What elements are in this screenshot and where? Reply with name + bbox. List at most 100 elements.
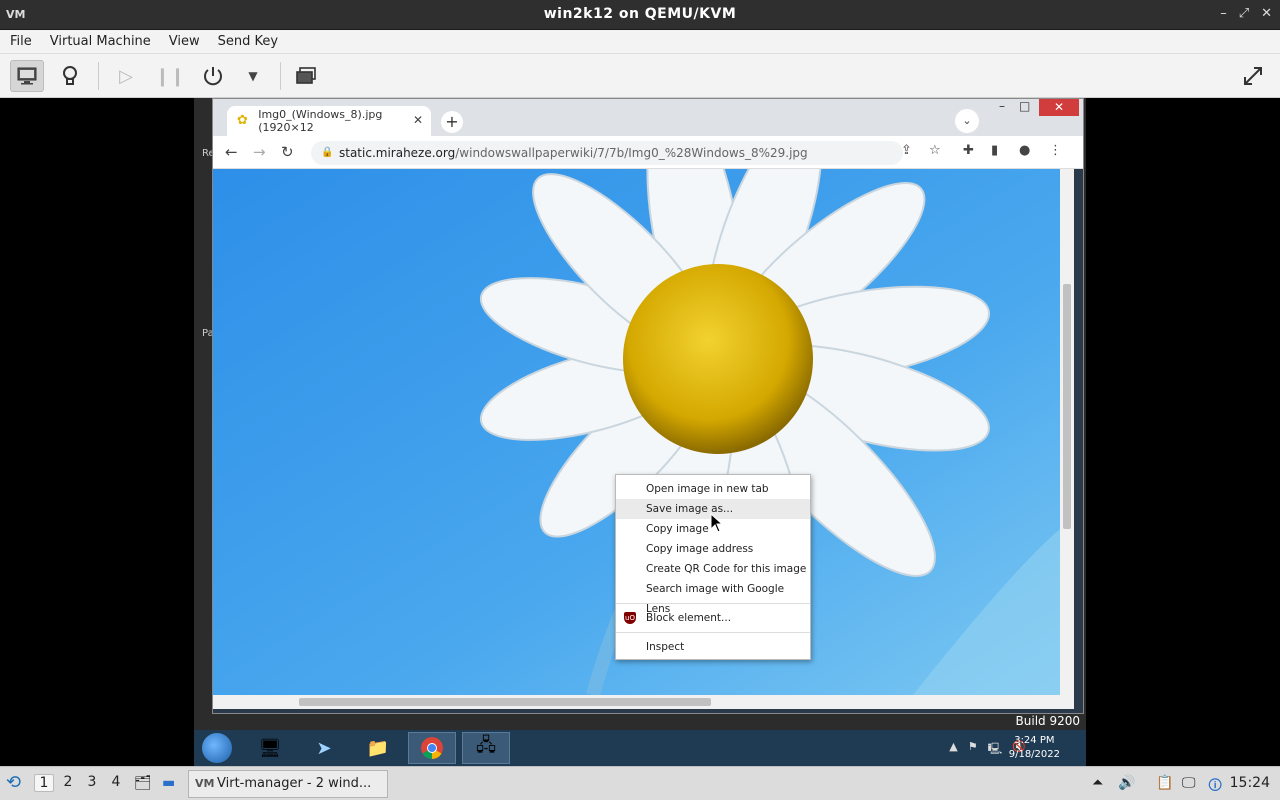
guest-taskbar: 🖥 ➤ 📁 🖧 ▲ ⚑ 🖳 🔇 3:24 PM 9/18/2022 bbox=[194, 730, 1086, 766]
context-menu: Open image in new tab Save image as... C… bbox=[615, 474, 811, 660]
snapshots-icon bbox=[296, 67, 316, 84]
chevron-down-icon: ⌄ bbox=[962, 114, 972, 127]
toolbar-separator bbox=[98, 62, 99, 90]
url-host: static.miraheze.org bbox=[339, 146, 456, 160]
flag-icon[interactable]: ⚑ bbox=[968, 740, 978, 759]
run-button[interactable]: ▷ bbox=[109, 60, 143, 92]
pause-button[interactable]: ❙❙ bbox=[153, 60, 187, 92]
host-taskbar: ⟲ 1 2 3 4 🗂 ▬ VM Virt-manager - 2 wind..… bbox=[0, 766, 1280, 800]
tray-up-arrow-icon[interactable]: ▲ bbox=[949, 740, 957, 759]
menu-virtual-machine[interactable]: Virtual Machine bbox=[50, 34, 151, 49]
powershell-icon[interactable]: ➤ bbox=[300, 732, 348, 764]
snapshots-button[interactable] bbox=[289, 60, 323, 92]
guest-clock[interactable]: 3:24 PM 9/18/2022 bbox=[1009, 734, 1060, 762]
menu-item-label: Block element... bbox=[646, 612, 732, 624]
horizontal-scrollbar[interactable] bbox=[213, 695, 1074, 709]
extensions-puzzle-icon[interactable]: ✚ bbox=[963, 143, 974, 158]
toolbar: ▷ ❙❙ ▼ bbox=[0, 54, 1280, 98]
guest-screen[interactable]: Re Pa ✿ Img0_(Windows_8).jpg (1920×12 ✕ … bbox=[194, 98, 1086, 766]
details-button[interactable] bbox=[53, 60, 87, 92]
url-path: /windowswallpaperwiki/7/7b/Img0_%28Windo… bbox=[455, 146, 808, 160]
menu-item-block-element[interactable]: uO Block element... bbox=[616, 608, 810, 628]
fullscreen-icon bbox=[1244, 67, 1262, 85]
side-panel-icon[interactable]: ▮ bbox=[991, 143, 998, 158]
vertical-scrollbar[interactable] bbox=[1060, 169, 1074, 695]
mouse-cursor-icon bbox=[710, 513, 724, 533]
power-button[interactable] bbox=[196, 60, 230, 92]
window-title: win2k12 on QEMU/KVM bbox=[543, 6, 737, 22]
tab-search-button[interactable]: ⌄ bbox=[955, 109, 979, 133]
host-clock[interactable]: 15:24 bbox=[1230, 775, 1270, 791]
clock-time: 3:24 PM bbox=[1014, 735, 1055, 746]
tab-title: Img0_(Windows_8).jpg (1920×12 bbox=[258, 108, 383, 134]
menu-item-inspect[interactable]: Inspect bbox=[616, 637, 810, 657]
menu-file[interactable]: File bbox=[10, 34, 32, 49]
new-tab-button[interactable]: + bbox=[441, 111, 463, 133]
notification-icon[interactable]: 🛈 bbox=[1208, 775, 1222, 799]
workspace-4[interactable]: 4 bbox=[106, 774, 126, 790]
menu-item-open-image-new-tab[interactable]: Open image in new tab bbox=[616, 479, 810, 499]
browser-tab[interactable]: ✿ Img0_(Windows_8).jpg (1920×12 ✕ bbox=[227, 106, 431, 136]
browser-minimize-button[interactable]: – bbox=[999, 99, 1005, 113]
menu-item-search-google-lens[interactable]: Search image with Google Lens bbox=[616, 579, 810, 615]
back-icon[interactable]: ← bbox=[225, 143, 238, 161]
task-label: Virt-manager - 2 wind... bbox=[217, 776, 372, 791]
tray-up-icon[interactable]: ⏶ bbox=[1092, 775, 1103, 791]
address-toolbar: ← → ↻ 🔒 static.miraheze.org/windowswallp… bbox=[213, 136, 1083, 169]
power-icon bbox=[204, 67, 222, 86]
virt-manager-icon: VM bbox=[195, 777, 215, 790]
system-menu-icon[interactable]: ⟲ bbox=[6, 772, 21, 793]
menu-item-create-qr-code[interactable]: Create QR Code for this image bbox=[616, 559, 810, 579]
lock-icon: 🔒 bbox=[321, 147, 334, 158]
more-menu-icon[interactable]: ⋮ bbox=[1049, 143, 1062, 158]
scroll-thumb[interactable] bbox=[1063, 284, 1071, 529]
menu-separator bbox=[616, 632, 810, 633]
address-bar[interactable]: 🔒 static.miraheze.org/windowswallpaperwi… bbox=[311, 141, 903, 165]
profile-avatar-icon[interactable]: ● bbox=[1019, 143, 1030, 158]
clock-date: 9/18/2022 bbox=[1008, 749, 1060, 760]
play-icon: ▷ bbox=[119, 65, 133, 87]
file-explorer-icon[interactable]: 📁 bbox=[354, 732, 402, 764]
lightbulb-icon bbox=[63, 66, 77, 85]
ublock-shield-icon: uO bbox=[624, 612, 636, 624]
console-icon bbox=[17, 67, 37, 85]
chevron-down-icon: ▼ bbox=[248, 69, 258, 83]
fullscreen-button[interactable] bbox=[1236, 60, 1270, 92]
menu-send-key[interactable]: Send Key bbox=[218, 34, 278, 49]
power-menu-button[interactable]: ▼ bbox=[236, 60, 270, 92]
window-controls: – ⤢ ✕ bbox=[1220, 6, 1272, 21]
browser-maximize-button[interactable]: □ bbox=[1019, 99, 1030, 113]
workspace-2[interactable]: 2 bbox=[58, 774, 78, 790]
build-watermark: Build 9200 bbox=[1015, 714, 1080, 728]
tab-close-icon[interactable]: ✕ bbox=[413, 113, 423, 127]
chrome-icon[interactable] bbox=[408, 732, 456, 764]
display-icon[interactable]: 🖵 bbox=[1182, 775, 1196, 791]
workspace-3[interactable]: 3 bbox=[82, 774, 102, 790]
menu-bar: File Virtual Machine View Send Key bbox=[0, 30, 1280, 54]
maximize-button[interactable]: ⤢ bbox=[1239, 6, 1249, 21]
volume-icon[interactable]: 🔊 bbox=[1118, 775, 1135, 791]
browser-close-button[interactable]: ✕ bbox=[1039, 99, 1079, 116]
forward-icon[interactable]: → bbox=[253, 143, 266, 161]
file-manager-icon[interactable]: 🗂 bbox=[134, 775, 152, 791]
desktop-icon[interactable]: ▬ bbox=[162, 775, 175, 791]
menu-item-copy-image-address[interactable]: Copy image address bbox=[616, 539, 810, 559]
scroll-thumb[interactable] bbox=[299, 698, 711, 706]
flower-favicon-icon: ✿ bbox=[237, 113, 248, 128]
reload-icon[interactable]: ↻ bbox=[281, 143, 294, 161]
console-button[interactable] bbox=[10, 60, 44, 92]
remote-desktop-icon[interactable]: 🖧 bbox=[462, 732, 510, 764]
toolbar-separator bbox=[280, 62, 281, 90]
menu-view[interactable]: View bbox=[169, 34, 200, 49]
network-icon[interactable]: 🖳 bbox=[988, 740, 1003, 759]
close-button[interactable]: ✕ bbox=[1261, 6, 1272, 21]
server-manager-icon[interactable]: 🖥 bbox=[246, 732, 294, 764]
minimize-button[interactable]: – bbox=[1220, 6, 1227, 21]
clipboard-icon[interactable]: 📋 bbox=[1156, 775, 1173, 791]
taskbar-task-virt-manager[interactable]: VM Virt-manager - 2 wind... bbox=[188, 770, 388, 798]
star-icon[interactable]: ☆ bbox=[929, 143, 941, 158]
share-icon[interactable]: ⇪ bbox=[901, 143, 912, 158]
windows-start-icon[interactable] bbox=[202, 733, 232, 763]
browser-window: ✿ Img0_(Windows_8).jpg (1920×12 ✕ + ⌄ – … bbox=[212, 98, 1084, 714]
workspace-1[interactable]: 1 bbox=[34, 774, 54, 792]
